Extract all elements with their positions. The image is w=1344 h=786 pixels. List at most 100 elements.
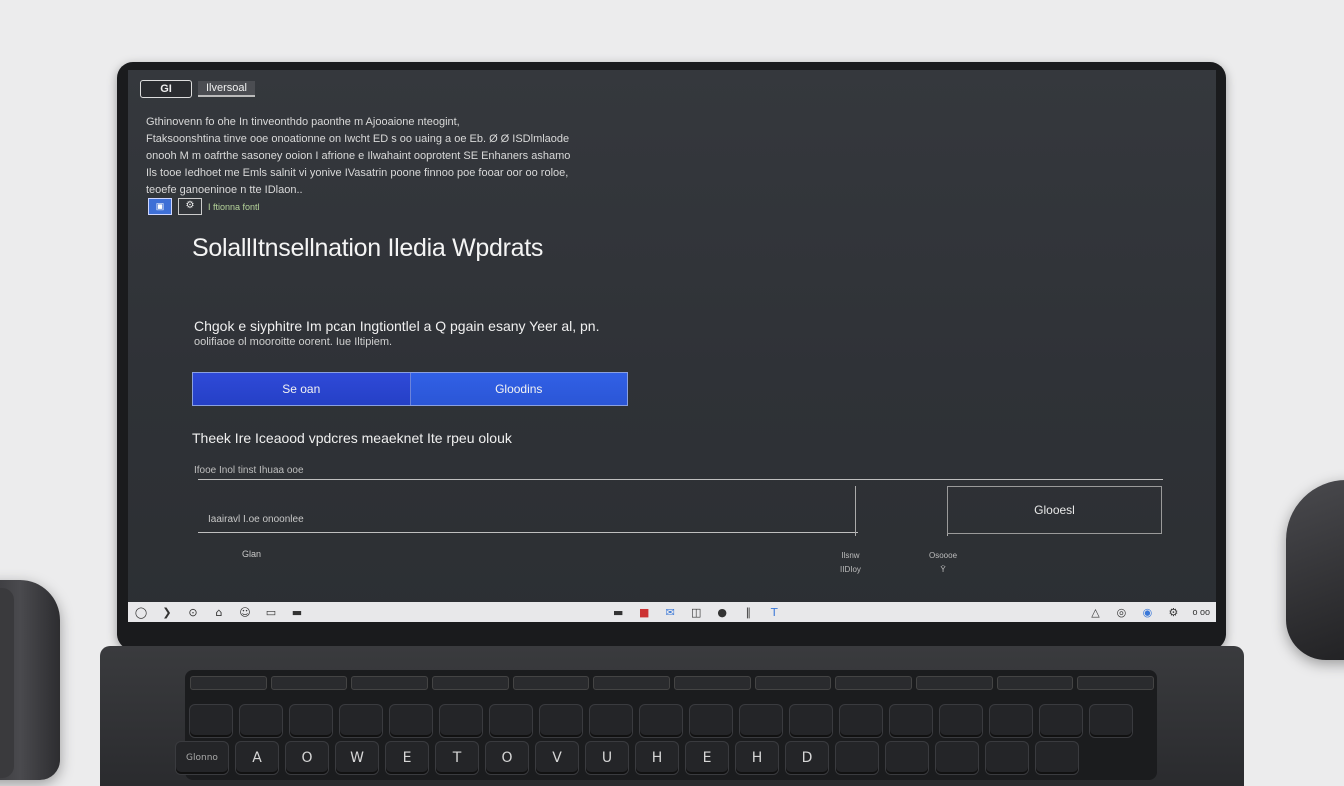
camera-icon[interactable]: ◫ <box>689 605 703 619</box>
key[interactable] <box>490 705 532 737</box>
mouse-right <box>1286 480 1344 660</box>
logo-text: GI <box>160 83 172 95</box>
key[interactable] <box>190 705 232 737</box>
flag-icon[interactable]: ■ <box>637 605 651 619</box>
key[interactable] <box>890 705 932 737</box>
key[interactable] <box>835 676 913 690</box>
status-label: Ilsnw IIDIoy <box>840 549 861 577</box>
start-icon[interactable]: ◯ <box>134 605 148 619</box>
app-logo: GI <box>140 80 192 98</box>
key[interactable] <box>240 705 282 737</box>
network-icon[interactable]: ◉ <box>1140 605 1154 619</box>
key[interactable] <box>836 742 878 774</box>
page-subtitle: Chgok e siyphitre Im pcan Ingtiontlel a … <box>194 318 600 334</box>
key[interactable]: A <box>236 742 278 774</box>
key[interactable]: H <box>636 742 678 774</box>
face-icon[interactable]: ☺ <box>238 605 252 619</box>
record-icon[interactable]: ● <box>715 605 729 619</box>
key[interactable] <box>190 676 267 690</box>
key[interactable] <box>290 705 332 737</box>
key[interactable] <box>690 705 732 737</box>
key[interactable] <box>840 705 882 737</box>
key[interactable] <box>390 705 432 737</box>
page-description: oolifiaoe ol mooroitte oorent. Iue Iltip… <box>194 336 393 348</box>
number-key-row <box>190 705 1132 737</box>
key[interactable] <box>790 705 832 737</box>
page-title: SolallItnsellnation Iledia Wpdrats <box>192 234 544 262</box>
key[interactable] <box>916 676 993 690</box>
gear-icon[interactable]: ⚙ <box>178 198 202 215</box>
key[interactable] <box>432 676 509 690</box>
key[interactable] <box>1077 676 1155 690</box>
divider <box>198 532 858 533</box>
key[interactable] <box>590 705 632 737</box>
key[interactable] <box>540 705 582 737</box>
key[interactable]: U <box>586 742 628 774</box>
flag-icon[interactable]: ▣ <box>148 198 172 215</box>
key[interactable]: D <box>786 742 828 774</box>
table-header: Ifooe Inol tinst Ihuaa ooe <box>194 465 304 476</box>
key[interactable] <box>351 676 429 690</box>
key[interactable] <box>1090 705 1132 737</box>
footer-label: Glan <box>242 549 262 559</box>
key[interactable]: V <box>536 742 578 774</box>
language-row: ▣ ⚙ I ftionna fontl <box>148 198 260 215</box>
key[interactable]: O <box>286 742 328 774</box>
intro-line: Gthinovenn fo ohe In tinveonthdo paonthe… <box>146 116 460 128</box>
key[interactable] <box>1036 742 1078 774</box>
key[interactable] <box>996 676 1074 690</box>
lock-icon[interactable]: ⌂ <box>212 605 226 619</box>
key[interactable] <box>340 705 382 737</box>
key[interactable] <box>940 705 982 737</box>
drive-icon[interactable]: ▬ <box>290 605 304 619</box>
status-label-bottom: Ÿ <box>940 565 946 574</box>
key[interactable] <box>640 705 682 737</box>
key[interactable] <box>740 705 782 737</box>
pin-icon[interactable]: ⊙ <box>186 605 200 619</box>
key[interactable] <box>440 705 482 737</box>
text-icon[interactable]: T <box>767 605 781 619</box>
app-header: GI Ilversoal <box>140 80 255 98</box>
status-label-top: Osoooe <box>929 551 958 560</box>
clock-text[interactable]: o oo <box>1192 607 1210 617</box>
scan-button[interactable]: Se oan <box>193 373 411 405</box>
intro-text: Gthinovenn fo ohe In tinveonthdo paonthe… <box>146 114 616 199</box>
mail-icon[interactable]: ✉ <box>663 605 677 619</box>
action-button-group: Se oan Gloodins <box>192 372 628 406</box>
intro-line: onooh M m oafrthe sasoney ooion I afrion… <box>146 150 571 162</box>
key[interactable]: E <box>386 742 428 774</box>
app-tab[interactable]: Ilversoal <box>198 81 255 97</box>
folder-icon[interactable]: ▭ <box>264 605 278 619</box>
key[interactable]: H <box>736 742 778 774</box>
user-icon[interactable]: ◎ <box>1114 605 1128 619</box>
key[interactable] <box>512 676 590 690</box>
key[interactable]: Glonno <box>176 742 228 774</box>
key[interactable] <box>593 676 671 690</box>
key[interactable] <box>936 742 978 774</box>
key[interactable] <box>986 742 1028 774</box>
key[interactable]: T <box>436 742 478 774</box>
key[interactable]: W <box>336 742 378 774</box>
chevron-icon[interactable]: ❯ <box>160 605 174 619</box>
settings-icon[interactable]: ⚙ <box>1166 605 1180 619</box>
intro-line: Ils tooe Iedhoet me Emls salnit vi yoniv… <box>146 167 569 179</box>
downloads-button[interactable]: Gloodins <box>410 373 627 405</box>
status-label-bottom: IIDIoy <box>840 565 861 574</box>
key[interactable] <box>270 676 348 690</box>
signal-icon[interactable]: ∥ <box>741 605 755 619</box>
intro-line: Ftaksoonshtina tinve ooe onoationne on I… <box>146 133 570 145</box>
mouse-left <box>0 580 60 780</box>
key[interactable] <box>754 676 832 690</box>
dash-icon[interactable]: ▬ <box>611 605 625 619</box>
close-button[interactable]: Glooesl <box>947 486 1162 534</box>
alert-icon[interactable]: △ <box>1088 605 1102 619</box>
key[interactable] <box>1040 705 1082 737</box>
key[interactable] <box>990 705 1032 737</box>
key[interactable]: E <box>686 742 728 774</box>
key[interactable]: O <box>486 742 528 774</box>
key[interactable] <box>674 676 751 690</box>
divider <box>198 479 1163 480</box>
status-label-top: Ilsnw <box>841 551 860 560</box>
taskbar: ◯ ❯ ⊙ ⌂ ☺ ▭ ▬ ▬ ■ ✉ ◫ ● ∥ T △ ◎ ◉ ⚙ o oo <box>128 602 1216 622</box>
key[interactable] <box>886 742 928 774</box>
